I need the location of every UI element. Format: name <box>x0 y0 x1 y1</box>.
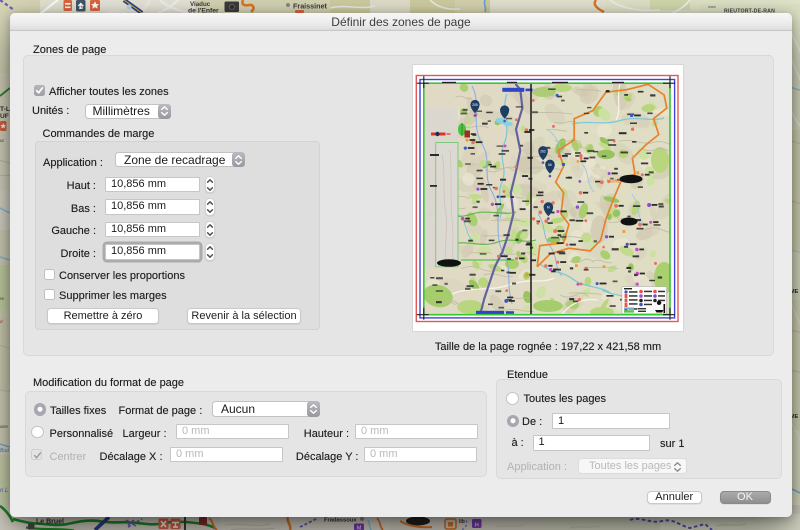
svg-text:66: 66 <box>548 162 552 166</box>
svg-text:Bud: Bud <box>0 448 9 454</box>
svg-text:205: 205 <box>472 102 478 106</box>
svg-text:262: 262 <box>540 149 546 153</box>
svg-text:H: H <box>79 5 82 10</box>
svg-text:UF: UF <box>0 113 9 120</box>
svg-text:Fraissinet: Fraissinet <box>293 2 328 11</box>
svg-text:NOIRE: NOIRE <box>607 178 620 183</box>
svg-text:www: www <box>708 5 716 9</box>
svg-text:T-L: T-L <box>0 106 10 113</box>
svg-text:re: re <box>0 296 4 301</box>
svg-text:aze: aze <box>0 425 8 430</box>
svg-text:M: M <box>547 205 550 209</box>
svg-text:lib: lib <box>459 519 465 525</box>
svg-text:H: H <box>475 522 479 528</box>
svg-text:M: M <box>357 526 362 530</box>
svg-text:Fradassoux: Fradassoux <box>324 518 357 524</box>
svg-text:Le Bruel: Le Bruel <box>36 519 64 526</box>
svg-text:n L: n L <box>0 488 8 494</box>
svg-text:ur: ur <box>0 138 5 143</box>
